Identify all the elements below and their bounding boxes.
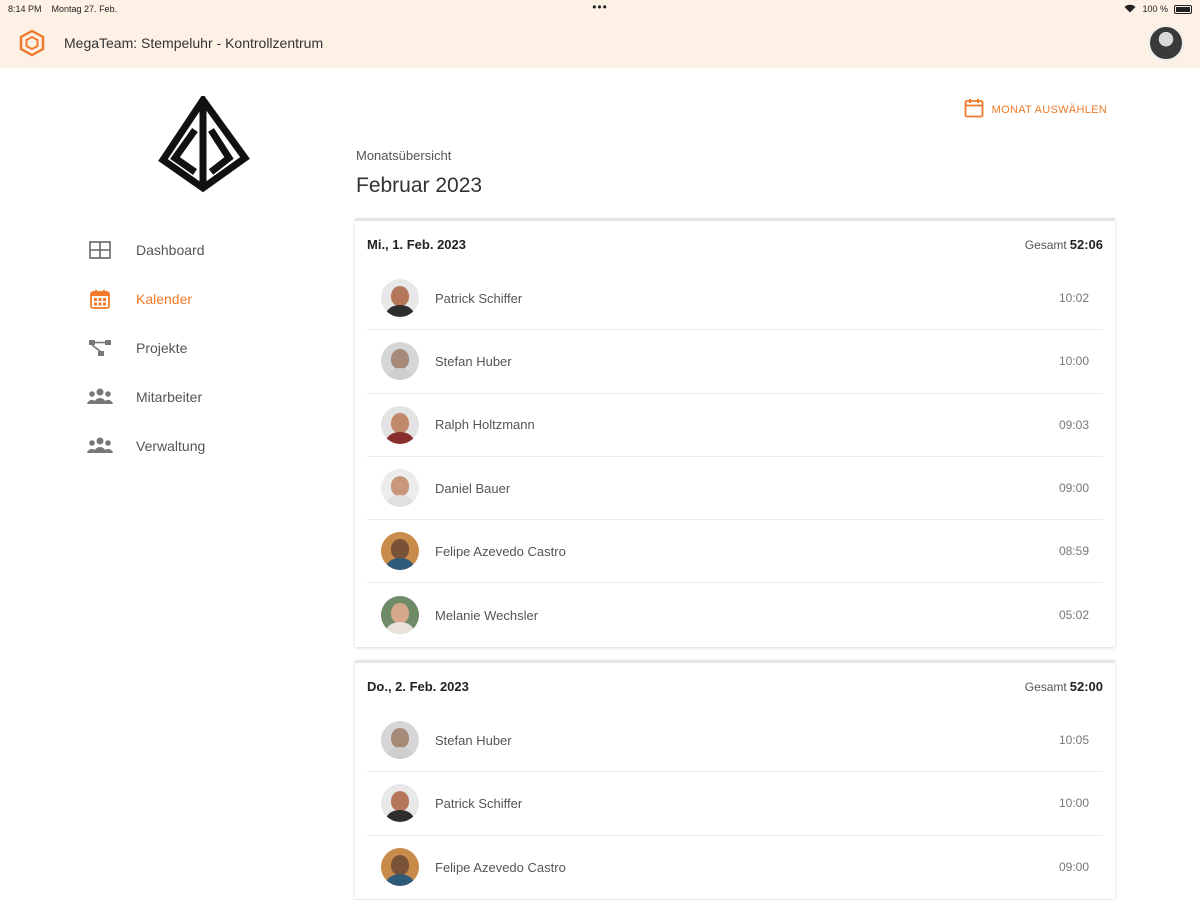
- day-title: Do., 2. Feb. 2023: [367, 678, 469, 694]
- list-item[interactable]: Melanie Wechsler 05:02: [367, 583, 1103, 646]
- avatar: [381, 596, 419, 635]
- day-title: Mi., 1. Feb. 2023: [367, 236, 466, 252]
- calendar-icon: [82, 289, 118, 309]
- list-item[interactable]: Stefan Huber 10:05: [367, 709, 1103, 773]
- overview-label: Monatsübersicht: [356, 148, 452, 163]
- avatar: [381, 469, 419, 508]
- avatar: [381, 405, 419, 444]
- sidebar-item-label: Dashboard: [136, 241, 205, 258]
- day-card: Mi., 1. Feb. 2023 Gesamt 52:06 Patrick Sc…: [355, 218, 1115, 647]
- sidebar: Dashboard Kalender Projekte Mitarbeiter …: [0, 68, 330, 900]
- employee-name: Daniel Bauer: [435, 480, 511, 496]
- project-network-icon: [82, 338, 118, 358]
- employee-time: 10:05: [1058, 733, 1089, 748]
- list-item[interactable]: Felipe Azevedo Castro 09:00: [367, 836, 1103, 899]
- company-logo: [155, 93, 255, 196]
- system-status-bar: 8:14 PM Montag 27. Feb. ••• 100 %: [0, 0, 1200, 18]
- total-value: 52:06: [1069, 236, 1103, 252]
- people-group-icon: [82, 387, 118, 407]
- employee-name: Felipe Azevedo Castro: [435, 543, 566, 559]
- employee-name: Ralph Holtzmann: [435, 417, 535, 433]
- day-header: Do., 2. Feb. 2023 Gesamt 52:00: [367, 663, 1103, 709]
- list-item[interactable]: Patrick Schiffer 10:02: [367, 267, 1103, 331]
- employee-name: Patrick Schiffer: [435, 290, 523, 306]
- sidebar-item-kalender[interactable]: Kalender: [82, 274, 205, 323]
- status-date: Montag 27. Feb.: [51, 4, 118, 14]
- employee-name: Stefan Huber: [435, 353, 512, 369]
- avatar: [381, 279, 419, 318]
- total-value: 52:00: [1069, 678, 1103, 694]
- employee-time: 09:00: [1058, 481, 1089, 496]
- employee-time: 10:00: [1058, 796, 1089, 811]
- employee-name: Patrick Schiffer: [435, 795, 523, 811]
- sidebar-item-verwaltung[interactable]: Verwaltung: [82, 421, 205, 470]
- employee-time: 09:00: [1058, 860, 1089, 875]
- wifi-icon: [1124, 4, 1136, 15]
- list-item[interactable]: Patrick Schiffer 10:00: [367, 772, 1103, 836]
- employee-time: 10:02: [1058, 291, 1089, 306]
- employee-time: 05:02: [1058, 608, 1089, 623]
- avatar: [381, 342, 419, 381]
- page-title: Februar 2023: [356, 174, 483, 197]
- pick-month-label: MONAT AUSWÄHLEN: [991, 103, 1107, 116]
- sidebar-nav: Dashboard Kalender Projekte Mitarbeiter …: [82, 225, 205, 470]
- employee-name: Melanie Wechsler: [435, 607, 539, 623]
- list-item[interactable]: Daniel Bauer 09:00: [367, 457, 1103, 521]
- sidebar-item-projekte[interactable]: Projekte: [82, 323, 205, 372]
- calendar-icon: [964, 98, 984, 121]
- app-title: MegaTeam: Stempeluhr - Kontrollzentrum: [64, 35, 324, 51]
- status-time: 8:14 PM: [8, 4, 42, 14]
- people-group-icon: [82, 436, 118, 456]
- day-total: Gesamt 52:06: [1025, 237, 1103, 252]
- day-card: Do., 2. Feb. 2023 Gesamt 52:00 Stefan Hub…: [355, 660, 1115, 899]
- app-header: MegaTeam: Stempeluhr - Kontrollzentrum: [0, 18, 1200, 68]
- list-item[interactable]: Stefan Huber 10:00: [367, 330, 1103, 394]
- avatar: [381, 784, 419, 823]
- total-label: Gesamt: [1024, 237, 1067, 252]
- pick-month-button[interactable]: MONAT AUSWÄHLEN: [964, 98, 1107, 121]
- sidebar-item-label: Mitarbeiter: [136, 388, 203, 405]
- avatar: [381, 848, 419, 887]
- battery-icon: [1174, 4, 1192, 14]
- dashboard-grid-icon: [82, 240, 118, 259]
- total-label: Gesamt: [1024, 679, 1067, 694]
- battery-percent: 100 %: [1142, 4, 1168, 14]
- sidebar-item-mitarbeiter[interactable]: Mitarbeiter: [82, 372, 205, 421]
- day-header: Mi., 1. Feb. 2023 Gesamt 52:06: [367, 221, 1103, 267]
- avatar: [381, 532, 419, 571]
- employee-time: 10:00: [1058, 354, 1089, 369]
- sidebar-item-dashboard[interactable]: Dashboard: [82, 225, 205, 274]
- app-hexagon-logo-icon[interactable]: [18, 29, 46, 57]
- employee-name: Stefan Huber: [435, 732, 512, 748]
- list-item[interactable]: Ralph Holtzmann 09:03: [367, 394, 1103, 457]
- sidebar-item-label: Kalender: [136, 290, 193, 307]
- multitasking-dots-icon[interactable]: •••: [592, 0, 608, 14]
- day-total: Gesamt 52:00: [1025, 679, 1103, 694]
- user-avatar[interactable]: [1148, 25, 1184, 61]
- sidebar-item-label: Verwaltung: [136, 437, 206, 454]
- employee-name: Felipe Azevedo Castro: [435, 859, 566, 875]
- avatar: [381, 721, 419, 760]
- employee-time: 09:03: [1058, 417, 1089, 432]
- sidebar-item-label: Projekte: [136, 339, 188, 356]
- employee-time: 08:59: [1058, 544, 1089, 559]
- list-item[interactable]: Felipe Azevedo Castro 08:59: [367, 520, 1103, 584]
